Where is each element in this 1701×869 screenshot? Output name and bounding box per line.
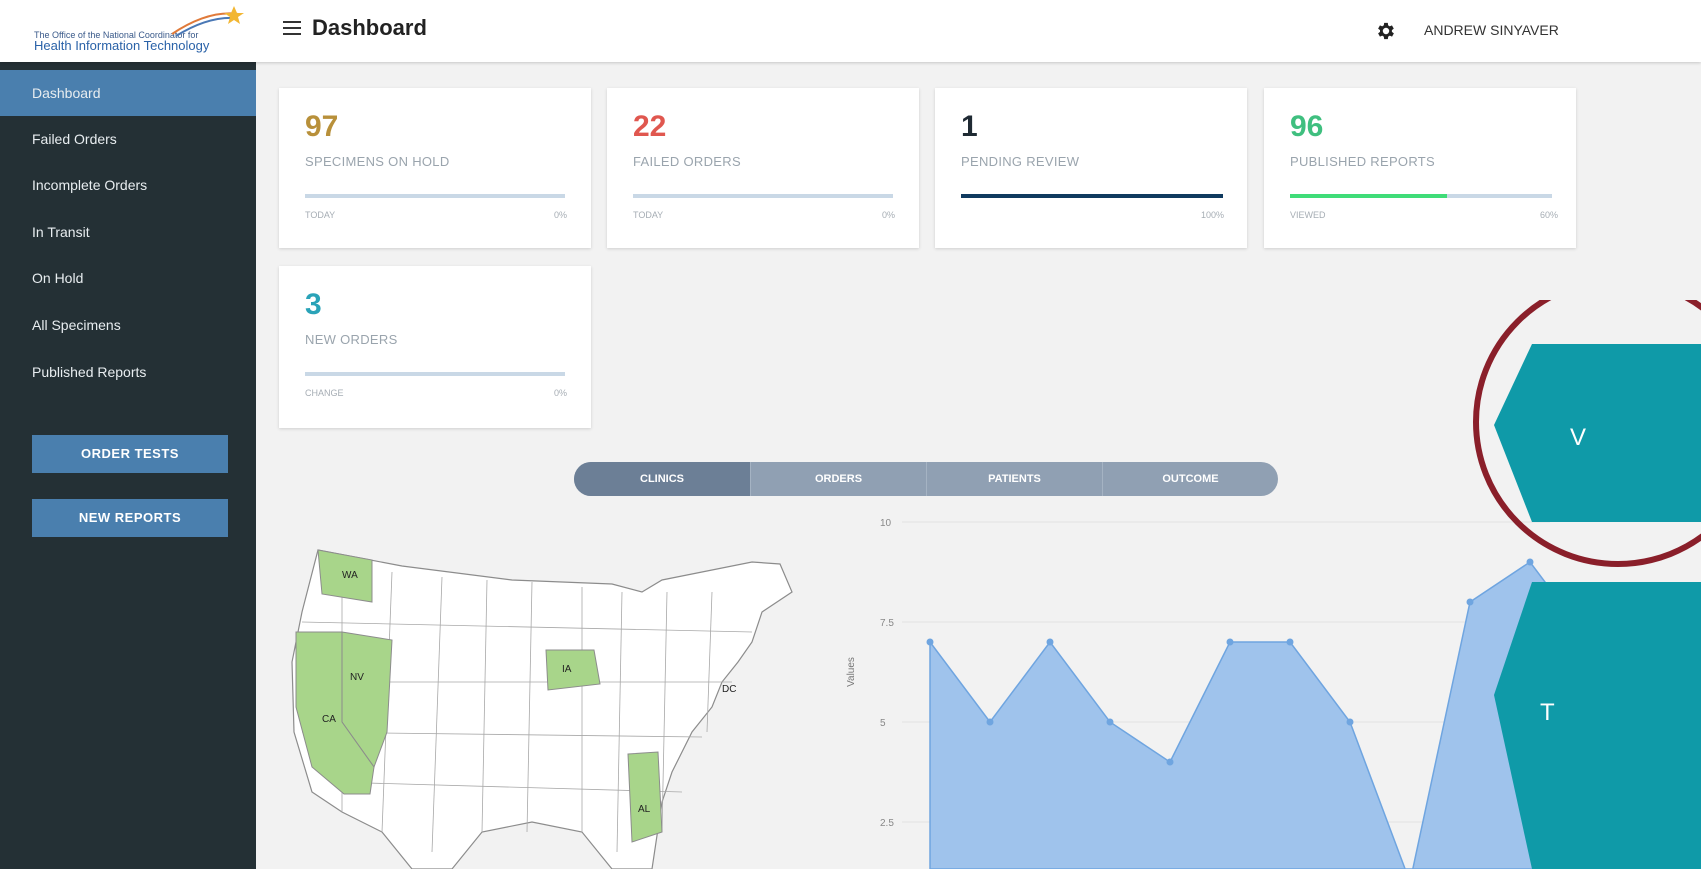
sidebar-item-published-reports[interactable]: Published Reports [0, 349, 256, 395]
card-value: 3 [305, 288, 322, 321]
card-label: SPECIMENS ON HOLD [305, 154, 450, 169]
card-percent: 60% [1540, 210, 1559, 220]
card-specimens-on-hold[interactable]: 97 SPECIMENS ON HOLD TODAY 0% [279, 88, 591, 248]
card-value: 97 [305, 110, 339, 143]
card-progress-track [305, 372, 565, 376]
sidebar: Dashboard Failed Orders Incomplete Order… [0, 62, 256, 869]
sidebar-item-incomplete-orders[interactable]: Incomplete Orders [0, 162, 256, 208]
us-map: WA NV CA IA DC AL [291, 549, 793, 869]
user-name[interactable]: ANDREW SINYAVER [1424, 22, 1559, 38]
overlay-hexagon-1[interactable] [1494, 344, 1701, 522]
map-label-al: AL [638, 804, 651, 815]
card-value: 22 [633, 110, 667, 143]
overlay-text-1: V [1570, 424, 1586, 451]
tab-clinics[interactable]: CLINICS [574, 462, 751, 496]
chart-data-point[interactable] [1046, 638, 1054, 646]
order-tests-button[interactable]: ORDER TESTS [32, 435, 228, 473]
sidebar-item-all-specimens[interactable]: All Specimens [0, 302, 256, 348]
card-value: 96 [1290, 110, 1324, 143]
top-header: The Office of the National Coordinator f… [0, 0, 1701, 62]
card-percent: 100% [1201, 210, 1225, 220]
card-progress-fill [1290, 194, 1448, 198]
tab-patients[interactable]: PATIENTS [927, 462, 1103, 496]
map-label-wa: WA [342, 570, 358, 581]
card-progress-fill [961, 194, 1223, 198]
card-pending-review[interactable]: 1 PENDING REVIEW 100% [935, 88, 1247, 248]
chart-data-point[interactable] [986, 718, 994, 726]
chart-data-point[interactable] [1106, 718, 1114, 726]
tab-outcome[interactable]: OUTCOME [1103, 462, 1278, 496]
card-progress-track [305, 194, 565, 198]
card-percent: 0% [882, 210, 896, 220]
overlay-callouts: V T [1473, 300, 1701, 869]
card-sub: CHANGE [305, 388, 344, 398]
chart-y-axis-label: Values [846, 657, 857, 687]
chart-y-tick-label: 7.5 [880, 618, 894, 629]
card-label: PENDING REVIEW [961, 154, 1080, 169]
card-progress-track [633, 194, 893, 198]
map-label-ia: IA [562, 664, 572, 675]
new-reports-button[interactable]: NEW REPORTS [32, 499, 228, 537]
values-area-chart: Values 2.5 5 7.5 10 [846, 518, 1550, 869]
card-failed-orders[interactable]: 22 FAILED ORDERS TODAY 0% [607, 88, 919, 248]
card-percent: 0% [554, 210, 568, 220]
chart-data-point[interactable] [1166, 758, 1174, 766]
chart-data-point[interactable] [1346, 718, 1354, 726]
sidebar-item-in-transit[interactable]: In Transit [0, 209, 256, 255]
logo-line2: Health Information Technology [34, 38, 210, 53]
chart-data-point[interactable] [1286, 638, 1294, 646]
chart-data-point[interactable] [926, 638, 934, 646]
map-label-nv: NV [350, 672, 364, 683]
card-label: FAILED ORDERS [633, 154, 741, 169]
state-al[interactable] [627, 751, 663, 843]
chart-y-tick-label: 10 [880, 518, 892, 529]
card-progress-track [961, 194, 1223, 198]
gear-icon[interactable] [1375, 20, 1397, 42]
state-ia[interactable] [545, 649, 601, 691]
card-published-reports[interactable]: 96 PUBLISHED REPORTS VIEWED 60% [1264, 88, 1576, 248]
card-value: 1 [961, 110, 978, 143]
category-tabs: CLINICS ORDERS PATIENTS OUTCOME [574, 462, 1278, 496]
card-progress-track [1290, 194, 1552, 198]
hamburger-menu-icon[interactable] [283, 17, 301, 41]
chart-area-series [929, 560, 1550, 869]
overlay-text-2: T [1540, 699, 1555, 726]
card-label: PUBLISHED REPORTS [1290, 154, 1436, 169]
onc-logo[interactable]: The Office of the National Coordinator f… [8, 4, 248, 56]
card-percent: 0% [554, 388, 568, 398]
tab-orders[interactable]: ORDERS [751, 462, 927, 496]
logo-star-icon [171, 6, 244, 37]
sidebar-item-dashboard[interactable]: Dashboard [0, 70, 256, 116]
chart-data-point[interactable] [1226, 638, 1234, 646]
card-sub: TODAY [633, 210, 664, 220]
card-sub: TODAY [305, 210, 336, 220]
map-label-ca: CA [322, 714, 336, 725]
card-new-orders[interactable]: 3 NEW ORDERS CHANGE 0% [279, 266, 591, 428]
map-label-dc: DC [722, 684, 736, 695]
sidebar-item-failed-orders[interactable]: Failed Orders [0, 116, 256, 162]
chart-y-tick-label: 2.5 [880, 818, 894, 829]
sidebar-item-on-hold[interactable]: On Hold [0, 255, 256, 301]
card-sub: VIEWED [1290, 210, 1326, 220]
card-label: NEW ORDERS [305, 332, 398, 347]
chart-y-tick-label: 5 [880, 718, 886, 729]
page-title: Dashboard [312, 15, 427, 40]
overlay-hexagon-2[interactable] [1494, 582, 1701, 869]
